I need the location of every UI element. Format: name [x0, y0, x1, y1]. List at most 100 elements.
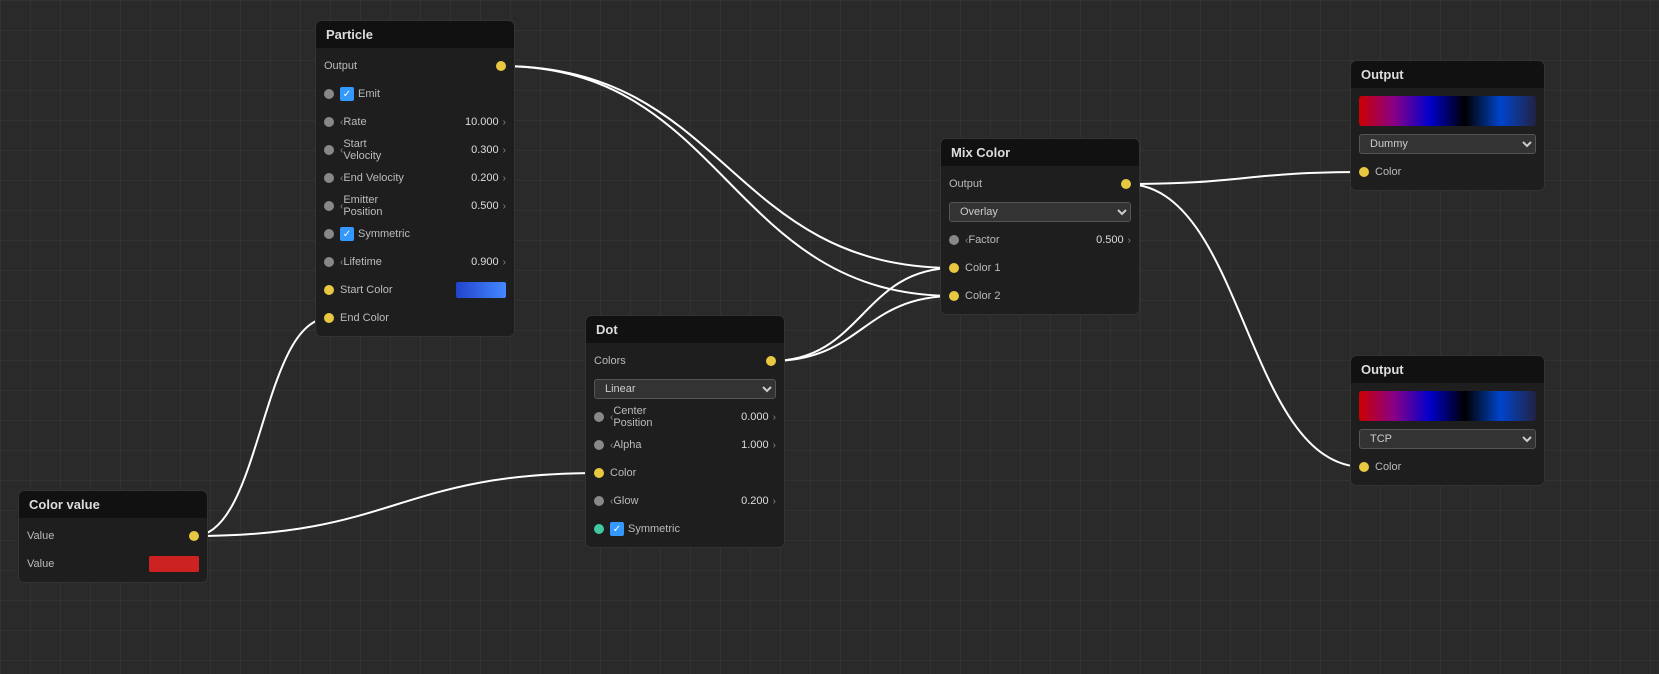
dot-linear-row: Linear [586, 375, 784, 403]
particle-sv-label: StartVelocity [343, 138, 467, 162]
particle-start-velocity-row: ‹ StartVelocity 0.300 › [316, 136, 514, 164]
dot-glow-row: ‹ Glow 0.200 › [586, 487, 784, 515]
mixcolor-color2-row: Color 2 [941, 282, 1139, 310]
dot-node: Dot Colors Linear ‹ CenterPosition 0.000… [585, 315, 785, 548]
mixcolor-factor-right-arrow[interactable]: › [1128, 235, 1131, 246]
color-value-swatch[interactable] [149, 556, 199, 572]
particle-lt-label: Lifetime [343, 256, 467, 268]
dot-color-label: Color [610, 467, 776, 479]
dot-colors-socket[interactable] [766, 356, 776, 366]
particle-rate-row: ‹ Rate 10.000 › [316, 108, 514, 136]
particle-emitter-pos-row: ‹ EmitterPosition 0.500 › [316, 192, 514, 220]
mixcolor-overlay-row: Overlay [941, 198, 1139, 226]
particle-sym-input [324, 229, 334, 239]
mixcolor-color1-row: Color 1 [941, 254, 1139, 282]
mixcolor-title: Mix Color [941, 139, 1139, 166]
mixcolor-output-row: Output [941, 170, 1139, 198]
particle-ev-label: End Velocity [343, 172, 467, 184]
particle-sym-checkbox[interactable]: ✓ [340, 227, 354, 241]
dot-sym-checkbox[interactable]: ✓ [610, 522, 624, 536]
mixcolor-color1-socket [949, 263, 959, 273]
color-value-row: Value [19, 550, 207, 578]
dot-cp-label: CenterPosition [613, 405, 737, 429]
particle-ep-right-arrow[interactable]: › [503, 201, 506, 212]
particle-sc-label: Start Color [340, 284, 456, 296]
particle-sc-swatch[interactable] [456, 282, 506, 298]
particle-sc-input [324, 285, 334, 295]
output1-color-row: Color [1351, 158, 1544, 186]
mixcolor-color1-label: Color 1 [965, 262, 1131, 274]
particle-rate-right-arrow[interactable]: › [503, 117, 506, 128]
output1-gradient [1359, 96, 1536, 126]
output1-color-label: Color [1375, 166, 1536, 178]
dot-sym-label: Symmetric [628, 523, 776, 535]
particle-end-velocity-row: ‹ End Velocity 0.200 › [316, 164, 514, 192]
particle-rate-label: Rate [343, 116, 461, 128]
particle-lt-input [324, 257, 334, 267]
mixcolor-color2-label: Color 2 [965, 290, 1131, 302]
dot-center-pos-row: ‹ CenterPosition 0.000 › [586, 403, 784, 431]
dot-glow-input [594, 496, 604, 506]
color-value-node: Color value Value Value [18, 490, 208, 583]
particle-lt-right-arrow[interactable]: › [503, 257, 506, 268]
color-value-title: Color value [19, 491, 207, 518]
particle-ec-label: End Color [340, 312, 506, 324]
particle-output-row: Output [316, 52, 514, 80]
output2-color-label: Color [1375, 461, 1536, 473]
particle-sv-input [324, 145, 334, 155]
mixcolor-factor-label: Factor [968, 234, 1092, 246]
particle-emit-checkbox[interactable]: ✓ [340, 87, 354, 101]
particle-sv-right-arrow[interactable]: › [503, 145, 506, 156]
dot-alpha-label: Alpha [613, 439, 737, 451]
mixcolor-overlay-dropdown[interactable]: Overlay [949, 202, 1131, 222]
dot-color-row: Color [586, 459, 784, 487]
particle-ep-input [324, 201, 334, 211]
mixcolor-node: Mix Color Output Overlay ‹ Factor 0.500 … [940, 138, 1140, 315]
output1-title: Output [1351, 61, 1544, 88]
dot-cp-input [594, 412, 604, 422]
mixcolor-output-socket[interactable] [1121, 179, 1131, 189]
dot-color-socket [594, 468, 604, 478]
particle-end-color-row: End Color [316, 304, 514, 332]
particle-ev-value: 0.200 [471, 172, 499, 184]
output1-color-socket [1359, 167, 1369, 177]
dot-alpha-input [594, 440, 604, 450]
color-value-output-label: Value [27, 530, 54, 542]
particle-ep-label: EmitterPosition [343, 194, 467, 218]
mixcolor-factor-row: ‹ Factor 0.500 › [941, 226, 1139, 254]
particle-sv-value: 0.300 [471, 144, 499, 156]
dot-colors-label: Colors [594, 355, 626, 367]
particle-sym-label: Symmetric [358, 228, 506, 240]
output2-gradient [1359, 391, 1536, 421]
color-value-label: Value [27, 558, 149, 570]
output1-node: Output Dummy Color [1350, 60, 1545, 191]
color-value-output-row: Value [19, 522, 207, 550]
dot-linear-dropdown[interactable]: Linear [594, 379, 776, 399]
output2-title: Output [1351, 356, 1544, 383]
dot-alpha-row: ‹ Alpha 1.000 › [586, 431, 784, 459]
color-value-output-socket[interactable] [189, 531, 199, 541]
dot-symmetric-row: ✓ Symmetric [586, 515, 784, 543]
particle-output-socket[interactable] [496, 61, 506, 71]
particle-ec-input [324, 313, 334, 323]
output2-dropdown[interactable]: TCP [1359, 429, 1536, 449]
output2-dropdown-row: TCP [1351, 425, 1544, 453]
particle-emit-label: Emit [358, 88, 506, 100]
dot-glow-right-arrow[interactable]: › [773, 496, 776, 507]
dot-alpha-right-arrow[interactable]: › [773, 440, 776, 451]
dot-cp-right-arrow[interactable]: › [773, 412, 776, 423]
particle-ev-right-arrow[interactable]: › [503, 173, 506, 184]
mixcolor-factor-value: 0.500 [1096, 234, 1124, 246]
mixcolor-factor-input [949, 235, 959, 245]
dot-glow-value: 0.200 [741, 495, 769, 507]
particle-rate-input [324, 117, 334, 127]
dot-glow-label: Glow [613, 495, 737, 507]
dot-sym-socket [594, 524, 604, 534]
dot-colors-output-row: Colors [586, 347, 784, 375]
particle-emit-row: ✓ Emit [316, 80, 514, 108]
output1-dropdown[interactable]: Dummy [1359, 134, 1536, 154]
output2-node: Output TCP Color [1350, 355, 1545, 486]
output2-color-row: Color [1351, 453, 1544, 481]
particle-rate-value: 10.000 [465, 116, 499, 128]
particle-start-color-row: Start Color [316, 276, 514, 304]
